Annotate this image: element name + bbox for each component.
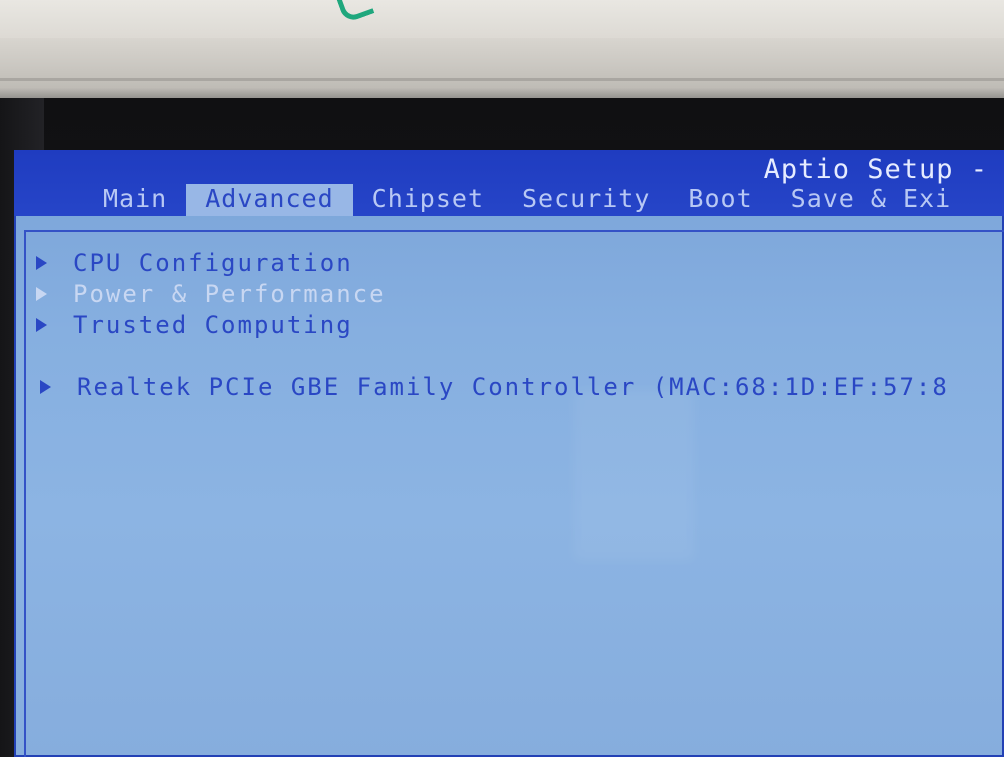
submenu-arrow-icon [36, 287, 47, 301]
menu-item-trusted-computing[interactable]: Trusted Computing [36, 310, 353, 340]
submenu-arrow-icon [36, 318, 47, 332]
bios-title: Aptio Setup - [763, 154, 988, 185]
menu-item-label: Realtek PCIe GBE Family Controller (MAC:… [77, 373, 949, 401]
menu-item-label: Trusted Computing [73, 311, 353, 339]
menu-item-cpu-configuration[interactable]: CPU Configuration [36, 248, 353, 278]
menu-item-power-performance[interactable]: Power & Performance [36, 279, 386, 309]
menu-item-label: CPU Configuration [73, 249, 353, 277]
tab-security[interactable]: Security [503, 184, 669, 216]
monitor-top-bezel [0, 38, 1004, 100]
submenu-arrow-icon [40, 380, 51, 394]
bezel-seam [0, 78, 1004, 81]
tab-boot[interactable]: Boot [669, 184, 771, 216]
screen-reflection [574, 390, 694, 560]
tab-advanced[interactable]: Advanced [186, 184, 353, 216]
bios-header-bar: Aptio Setup - Main Advanced Chipset Secu… [14, 150, 1004, 216]
tab-main[interactable]: Main [84, 184, 186, 216]
background-wall [0, 0, 1004, 40]
menu-item-label: Power & Performance [73, 280, 386, 308]
bios-screen: Aptio Setup - Main Advanced Chipset Secu… [14, 150, 1004, 757]
tab-save-exit[interactable]: Save & Exi [772, 184, 971, 216]
tab-chipset[interactable]: Chipset [353, 184, 503, 216]
menu-item-realtek-controller[interactable]: Realtek PCIe GBE Family Controller (MAC:… [40, 372, 949, 402]
submenu-arrow-icon [36, 256, 47, 270]
bios-tab-bar: Main Advanced Chipset Security Boot Save… [84, 184, 971, 216]
photo-frame: Aptio Setup - Main Advanced Chipset Secu… [0, 0, 1004, 757]
